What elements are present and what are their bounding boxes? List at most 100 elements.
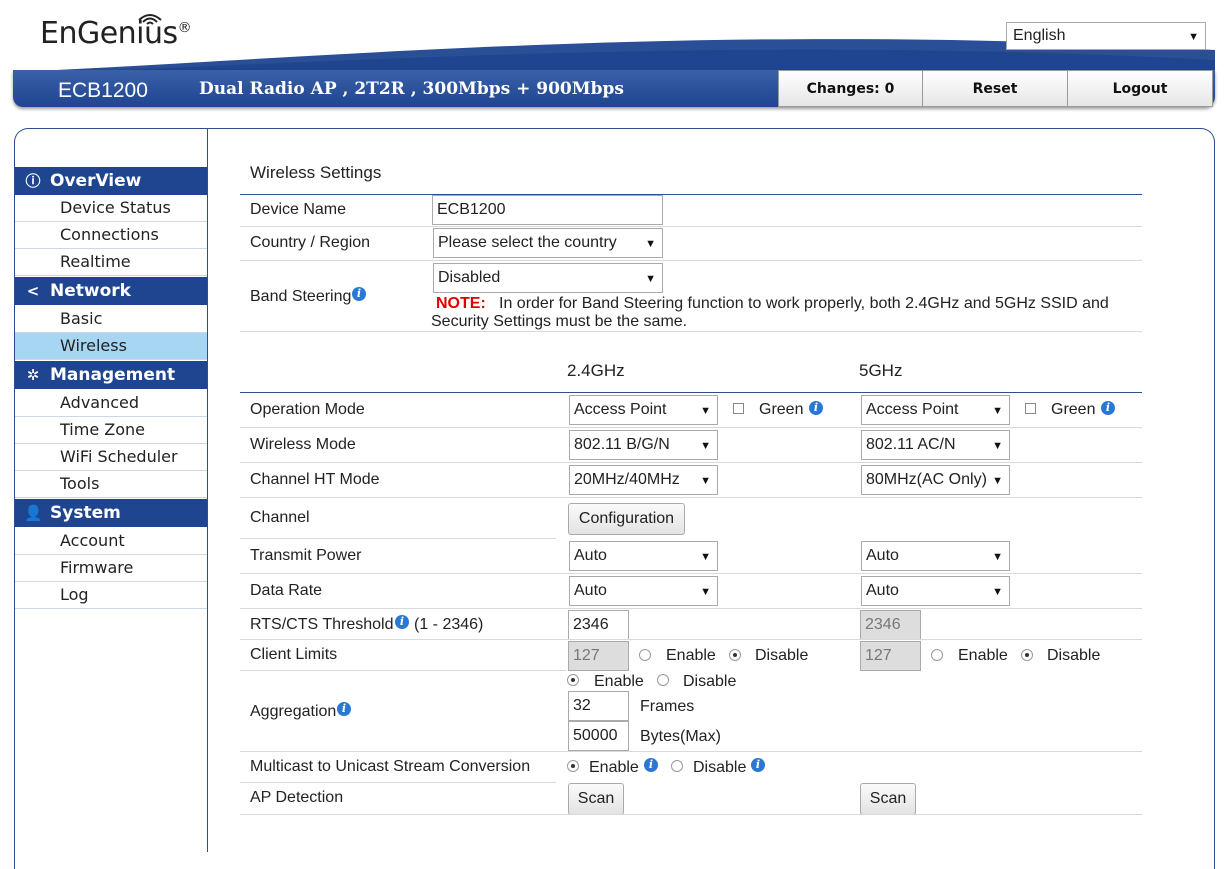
operation-mode-5-select[interactable]: Access Point ▼: [861, 395, 1010, 425]
multicast-disable-radio[interactable]: [671, 760, 683, 772]
sidebar-item-wireless[interactable]: Wireless: [15, 333, 207, 360]
sidebar-item-device-status[interactable]: Device Status: [15, 195, 207, 222]
sidebar-item-time-zone[interactable]: Time Zone: [15, 417, 207, 444]
aggregation-bytes-input[interactable]: 50000: [568, 721, 629, 751]
sidebar-section-overview[interactable]: ⓘ OverView: [15, 167, 207, 195]
rts-label: RTS/CTS Threshold: [250, 616, 394, 633]
model-description: Dual Radio AP , 2T2R , 300Mbps + 900Mbps: [199, 79, 624, 99]
sidebar-item-tools[interactable]: Tools: [15, 471, 207, 498]
chevron-down-icon: ▼: [992, 551, 1003, 563]
page-title: Wireless Settings: [250, 163, 382, 182]
green-24-checkbox[interactable]: [733, 403, 744, 414]
data-rate-5-select[interactable]: Auto ▼: [861, 576, 1010, 606]
device-name-input[interactable]: ECB1200: [432, 195, 663, 225]
wifi-icon: [138, 14, 162, 25]
input-value: 127: [865, 647, 892, 664]
multicast-enable-radio[interactable]: [567, 760, 579, 772]
sidebar-item-log[interactable]: Log: [15, 582, 207, 609]
info-icon[interactable]: i: [751, 758, 765, 772]
green-24-label: Green: [759, 401, 804, 418]
chevron-down-icon: ▼: [992, 586, 1003, 598]
rts-24-input[interactable]: 2346: [568, 610, 629, 640]
divider: [240, 462, 1142, 463]
sidebar-item-connections[interactable]: Connections: [15, 222, 207, 249]
client-limits-24-disable-radio[interactable]: [729, 649, 741, 661]
operation-mode-label: Operation Mode: [250, 401, 365, 418]
info-icon[interactable]: i: [809, 401, 823, 415]
user-icon: 👤: [24, 504, 43, 522]
sidebar-item-basic[interactable]: Basic: [15, 306, 207, 333]
client-limits-24-enable-radio[interactable]: [639, 649, 651, 661]
channel-ht-5-select[interactable]: 80MHz(AC Only) ▼: [861, 465, 1010, 495]
info-icon[interactable]: i: [352, 287, 366, 301]
divider: [240, 226, 1142, 227]
sidebar-item-account[interactable]: Account: [15, 528, 207, 555]
bytes-label: Bytes(Max): [640, 728, 721, 745]
sidebar-section-network[interactable]: < Network: [15, 277, 207, 305]
transmit-power-5-select[interactable]: Auto ▼: [861, 541, 1010, 571]
operation-mode-24-select[interactable]: Access Point ▼: [569, 395, 718, 425]
info-icon[interactable]: i: [1101, 401, 1115, 415]
band-steering-select[interactable]: Disabled ▼: [433, 263, 663, 293]
enable-label: Enable: [958, 647, 1008, 664]
channel-label: Channel: [250, 509, 310, 526]
select-value: 802.11 B/G/N: [574, 436, 670, 453]
aggregation-label: Aggregation: [250, 703, 337, 720]
wireless-mode-24-select[interactable]: 802.11 B/G/N ▼: [569, 430, 718, 460]
divider: [240, 751, 1142, 752]
transmit-power-24-select[interactable]: Auto ▼: [569, 541, 718, 571]
select-value: Auto: [866, 582, 899, 599]
sidebar-item-firmware[interactable]: Firmware: [15, 555, 207, 582]
sidebar-section-management[interactable]: ✲ Management: [15, 361, 207, 389]
channel-configuration-button[interactable]: Configuration: [568, 503, 685, 535]
chevron-down-icon: ▼: [645, 273, 656, 285]
note-text-line2: Security Settings must be the same.: [431, 313, 688, 330]
aggregation-enable-radio[interactable]: [567, 674, 579, 686]
divider: [240, 670, 566, 671]
data-rate-24-select[interactable]: Auto ▼: [569, 576, 718, 606]
client-limits-5-disable-radio[interactable]: [1021, 649, 1033, 661]
channel-ht-label: Channel HT Mode: [250, 471, 380, 488]
client-limits-24-input[interactable]: 127: [568, 641, 629, 671]
device-name-value: ECB1200: [437, 201, 506, 218]
sidebar-item-wifi-scheduler[interactable]: WiFi Scheduler: [15, 444, 207, 471]
chevron-down-icon: ▼: [700, 475, 711, 487]
green-5-checkbox[interactable]: [1025, 403, 1036, 414]
logout-button[interactable]: Logout: [1067, 70, 1213, 107]
reset-button[interactable]: Reset: [922, 70, 1068, 107]
divider: [240, 538, 556, 539]
chevron-down-icon: ▼: [700, 440, 711, 452]
client-limits-5-enable-radio[interactable]: [931, 649, 943, 661]
info-icon[interactable]: i: [395, 615, 409, 629]
aggregation-disable-radio[interactable]: [657, 674, 669, 686]
info-icon[interactable]: i: [644, 758, 658, 772]
ap-detection-5-scan-button[interactable]: Scan: [860, 783, 916, 815]
logo-registered-mark: ®: [177, 20, 192, 36]
input-value: 2346: [573, 616, 609, 633]
rts-5-input[interactable]: 2346: [860, 610, 921, 640]
divider: [240, 814, 1142, 815]
aggregation-frames-input[interactable]: 32: [568, 691, 629, 721]
section-label: Management: [50, 365, 176, 385]
select-value: 80MHz(AC Only): [866, 471, 987, 488]
wireless-mode-5-select[interactable]: 802.11 AC/N ▼: [861, 430, 1010, 460]
country-select[interactable]: Please select the country ▼: [433, 228, 663, 258]
ap-detection-24-scan-button[interactable]: Scan: [568, 783, 624, 815]
divider: [240, 608, 1142, 609]
data-rate-label: Data Rate: [250, 582, 323, 599]
channel-ht-24-select[interactable]: 20MHz/40MHz ▼: [569, 465, 718, 495]
chevron-down-icon: ▼: [700, 405, 711, 417]
language-value: English: [1013, 27, 1066, 44]
band-steering-value: Disabled: [438, 269, 501, 286]
client-limits-5-input[interactable]: 127: [860, 641, 921, 671]
select-value: Auto: [574, 547, 607, 564]
sidebar-item-advanced[interactable]: Advanced: [15, 390, 207, 417]
note-text: In order for Band Steering function to w…: [499, 295, 1109, 312]
share-icon: <: [26, 282, 40, 300]
sidebar-item-realtime[interactable]: Realtime: [15, 249, 207, 276]
info-icon[interactable]: i: [337, 702, 351, 716]
sidebar-section-system-manager[interactable]: 👤 System Manager: [15, 499, 207, 551]
input-value: 2346: [865, 616, 901, 633]
language-select[interactable]: English ▼: [1006, 22, 1206, 50]
changes-button[interactable]: Changes: 0: [778, 70, 923, 107]
